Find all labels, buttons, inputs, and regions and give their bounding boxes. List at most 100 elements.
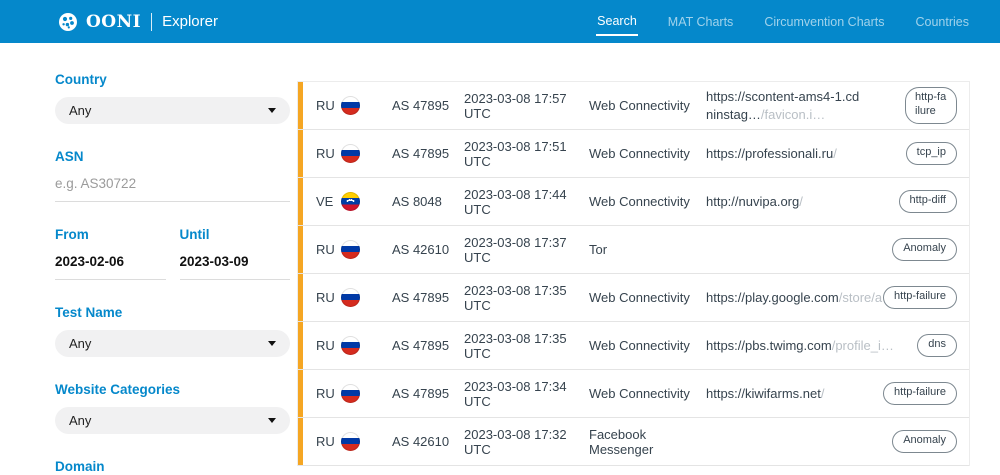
- nav-item-circumvention-charts[interactable]: Circumvention Charts: [763, 9, 885, 35]
- domain-label: Domain: [55, 459, 290, 474]
- until-label: Until: [180, 227, 291, 242]
- from-date-col: From: [55, 227, 166, 280]
- filter-group-dates: From Until: [55, 227, 290, 280]
- measurement-row[interactable]: RU AS 42610 2023-03-08 17:32 UTC Faceboo…: [298, 418, 969, 466]
- url-path: /store/app…: [839, 290, 883, 305]
- country-flag-icon: [341, 336, 360, 355]
- country-code: VE: [316, 194, 341, 209]
- url-host: https://kiwifarms.net: [706, 386, 821, 401]
- top-header: OONI Explorer Search MAT Charts Circumve…: [0, 0, 1000, 43]
- measurement-date: 2023-03-08 17:35 UTC: [464, 283, 589, 313]
- measurement-date: 2023-03-08 17:37 UTC: [464, 235, 589, 265]
- measurement-results-list: RU AS 47895 2023-03-08 17:57 UTC Web Con…: [297, 81, 970, 466]
- country-flag-icon: [341, 144, 360, 163]
- test-name: Web Connectivity: [589, 98, 706, 113]
- country-flag-icon: [341, 240, 360, 259]
- url-path: /profile_i…: [832, 338, 894, 353]
- country-code: RU: [316, 434, 341, 449]
- measurement-row[interactable]: RU AS 47895 2023-03-08 17:51 UTC Web Con…: [298, 130, 969, 178]
- test-name-select[interactable]: Any: [55, 330, 290, 357]
- country-flag-icon: [341, 192, 360, 211]
- country-flag-icon: [341, 288, 360, 307]
- measurement-date: 2023-03-08 17:35 UTC: [464, 331, 589, 361]
- nav-item-mat-charts[interactable]: MAT Charts: [667, 9, 735, 35]
- country-code: RU: [316, 338, 341, 353]
- test-name-select-value: Any: [69, 336, 91, 351]
- main-nav: Search MAT Charts Circumvention Charts C…: [596, 8, 970, 36]
- from-date-input[interactable]: [55, 252, 166, 280]
- url-path: /favicon.i…: [761, 107, 825, 122]
- country-code: RU: [316, 290, 341, 305]
- chevron-down-icon: [268, 108, 276, 113]
- filter-group-website-categories: Website Categories Any: [55, 382, 290, 434]
- asn-input[interactable]: [55, 174, 290, 202]
- url-path: /: [799, 194, 803, 209]
- nav-item-search[interactable]: Search: [596, 8, 638, 36]
- url-path: /: [821, 386, 825, 401]
- test-name: Web Connectivity: [589, 386, 706, 401]
- filter-group-asn: ASN: [55, 149, 290, 202]
- ooni-logo-link[interactable]: OONI Explorer: [58, 12, 218, 32]
- test-name: Web Connectivity: [589, 290, 706, 305]
- measured-url: https://scontent-ams4-1.cdninstag…/favic…: [706, 88, 871, 123]
- asn-value: AS 47895: [392, 338, 464, 353]
- country-select[interactable]: Any: [55, 97, 290, 124]
- page-content: Country Any ASN From Until Test Name Any: [0, 43, 1000, 475]
- asn-value: AS 8048: [392, 194, 464, 209]
- country-code: RU: [316, 242, 341, 257]
- status-badge: http-failure: [883, 382, 957, 405]
- asn-value: AS 47895: [392, 98, 464, 113]
- country-flag-icon: [341, 96, 360, 115]
- asn-value: AS 42610: [392, 434, 464, 449]
- measurement-row[interactable]: RU AS 47895 2023-03-08 17:35 UTC Web Con…: [298, 322, 969, 370]
- status-badge: dns: [917, 334, 957, 357]
- test-name: Facebook Messenger: [589, 427, 706, 457]
- filter-group-test-name: Test Name Any: [55, 305, 290, 357]
- chevron-down-icon: [268, 341, 276, 346]
- measurement-row[interactable]: RU AS 47895 2023-03-08 17:34 UTC Web Con…: [298, 370, 969, 418]
- measurement-row[interactable]: RU AS 47895 2023-03-08 17:57 UTC Web Con…: [298, 82, 969, 130]
- test-name: Tor: [589, 242, 706, 257]
- asn-value: AS 47895: [392, 386, 464, 401]
- country-code: RU: [316, 98, 341, 113]
- measured-url: https://play.google.com/store/app…: [706, 289, 883, 307]
- country-flag-icon: [341, 432, 360, 451]
- country-code: RU: [316, 386, 341, 401]
- url-path: /: [833, 146, 837, 161]
- measurement-date: 2023-03-08 17:34 UTC: [464, 379, 589, 409]
- nav-item-countries[interactable]: Countries: [915, 9, 971, 35]
- status-badge: http-diff: [899, 190, 958, 213]
- url-host: https://pbs.twimg.com: [706, 338, 832, 353]
- measurement-date: 2023-03-08 17:44 UTC: [464, 187, 589, 217]
- brand-divider: [151, 13, 152, 31]
- status-badge: http-failure: [883, 286, 957, 309]
- status-badge: Anomaly: [892, 238, 957, 261]
- chevron-down-icon: [268, 418, 276, 423]
- measured-url: https://pbs.twimg.com/profile_i…: [706, 337, 917, 355]
- ooni-logo-icon: [58, 12, 78, 32]
- brand-product: Explorer: [162, 13, 218, 30]
- measured-url: https://professionali.ru/: [706, 145, 906, 163]
- measurement-row[interactable]: RU AS 47895 2023-03-08 17:35 UTC Web Con…: [298, 274, 969, 322]
- measurement-date: 2023-03-08 17:32 UTC: [464, 427, 589, 457]
- country-select-value: Any: [69, 103, 91, 118]
- url-host: https://play.google.com: [706, 290, 839, 305]
- asn-value: AS 47895: [392, 146, 464, 161]
- url-host: https://professionali.ru: [706, 146, 833, 161]
- from-label: From: [55, 227, 166, 242]
- status-badge: tcp_ip: [906, 142, 957, 165]
- measurement-date: 2023-03-08 17:57 UTC: [464, 91, 589, 121]
- url-host: http://nuvipa.org: [706, 194, 799, 209]
- measured-url: http://nuvipa.org/: [706, 193, 899, 211]
- measurement-row[interactable]: VE AS 8048 2023-03-08 17:44 UTC Web Conn…: [298, 178, 969, 226]
- country-code: RU: [316, 146, 341, 161]
- test-name: Web Connectivity: [589, 338, 706, 353]
- until-date-col: Until: [180, 227, 291, 280]
- brand-name: OONI: [86, 12, 141, 32]
- measurement-row[interactable]: RU AS 42610 2023-03-08 17:37 UTC Tor Ano…: [298, 226, 969, 274]
- website-categories-select[interactable]: Any: [55, 407, 290, 434]
- filter-group-domain: Domain: [55, 459, 290, 475]
- asn-value: AS 47895: [392, 290, 464, 305]
- until-date-input[interactable]: [180, 252, 291, 280]
- filter-sidebar: Country Any ASN From Until Test Name Any: [55, 72, 290, 475]
